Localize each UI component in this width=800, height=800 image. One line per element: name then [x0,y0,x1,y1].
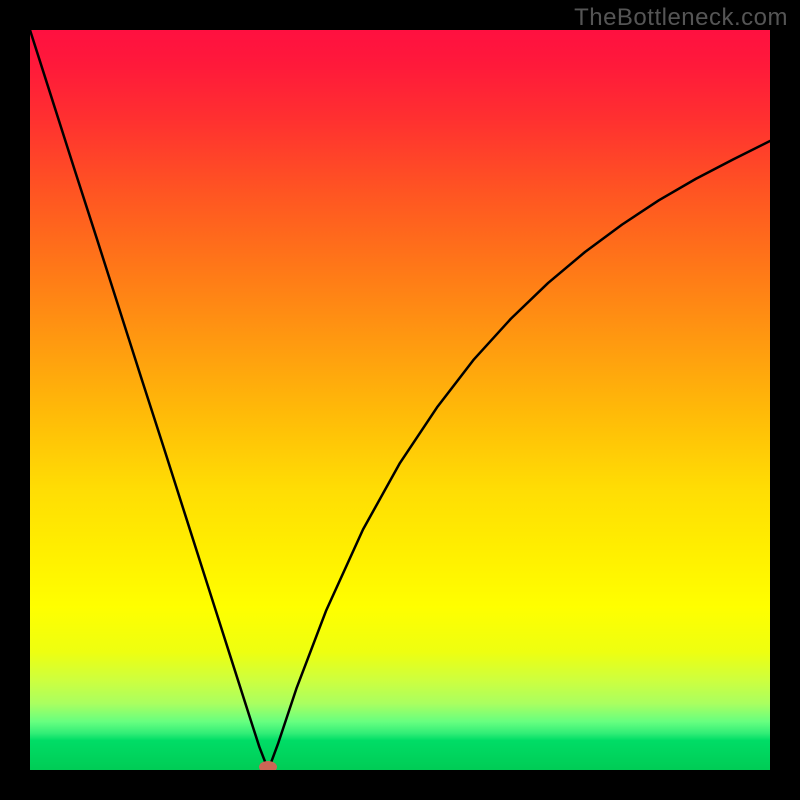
watermark-text: TheBottleneck.com [574,4,788,32]
optimal-point-marker [259,761,277,770]
curve-layer [30,30,770,770]
plot-area [30,30,770,770]
bottleneck-curve [30,30,770,770]
